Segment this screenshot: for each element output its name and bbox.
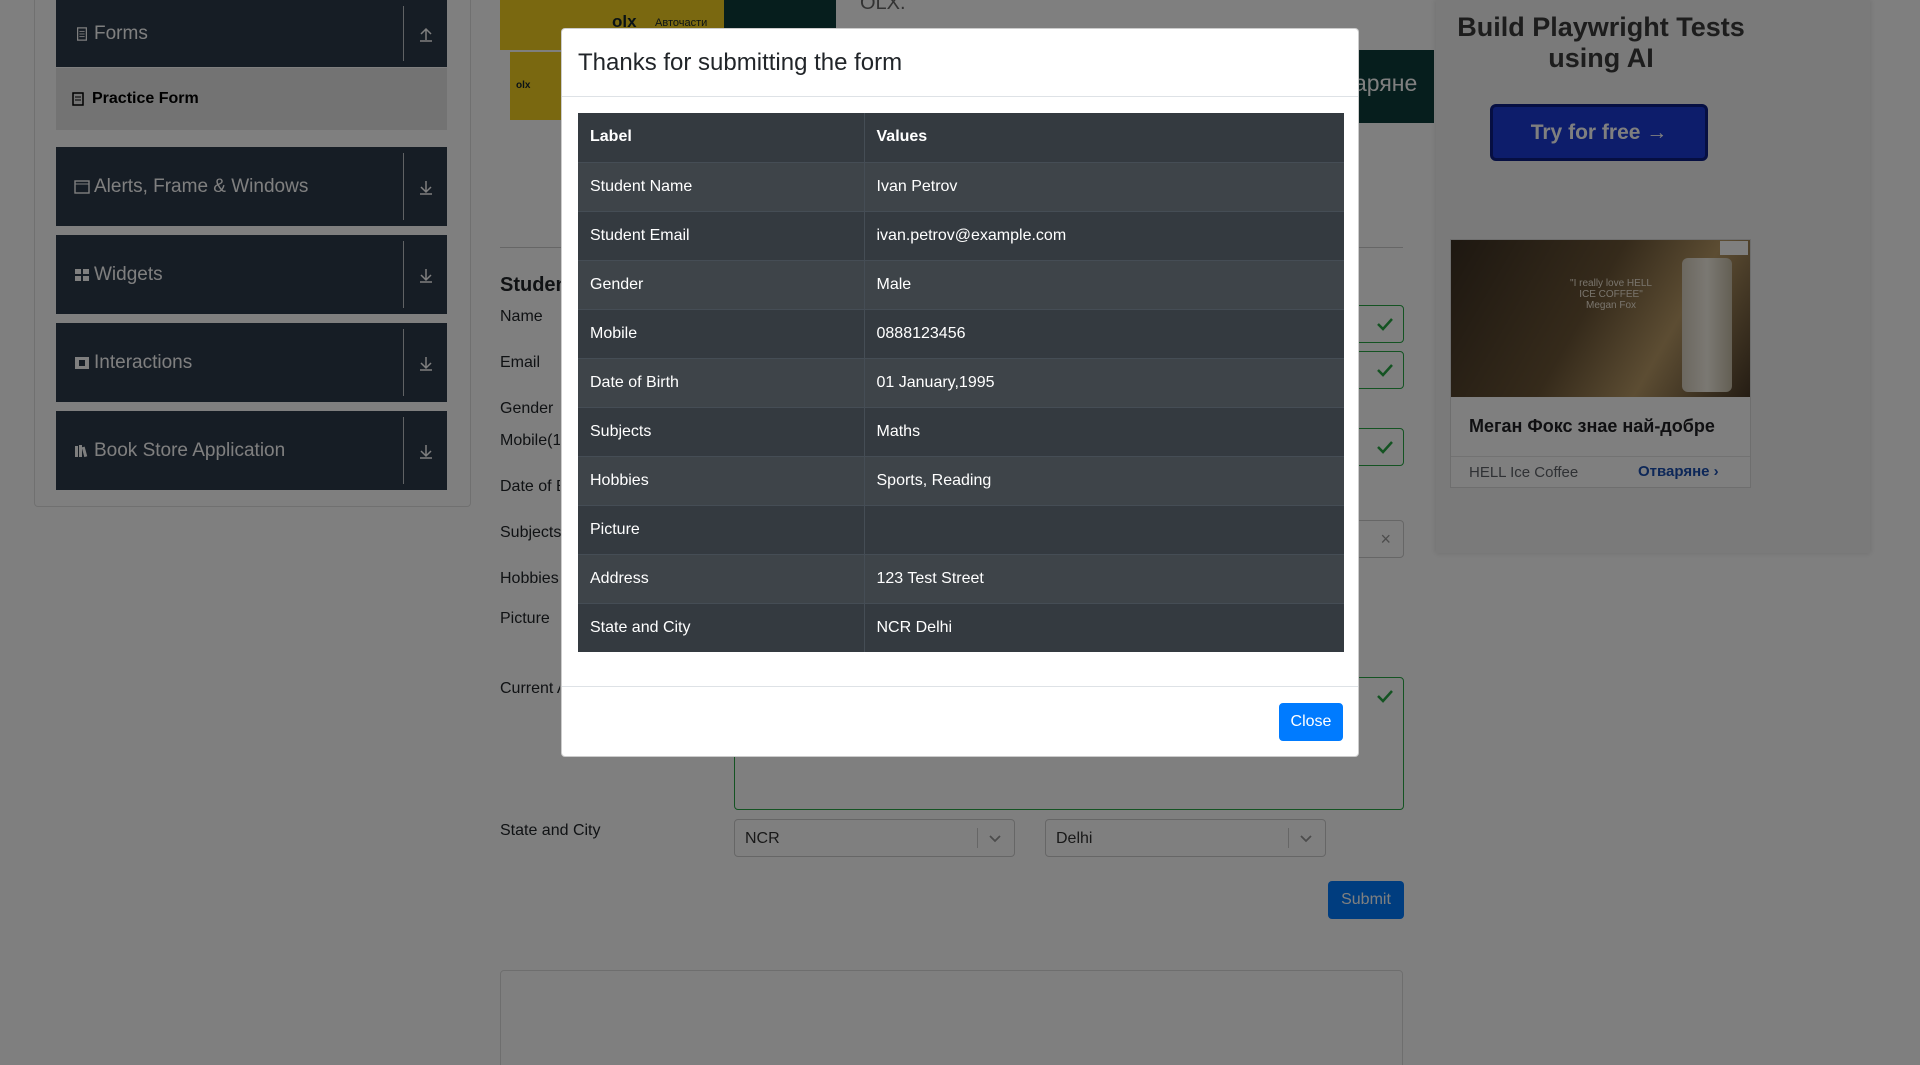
row-value: Male [864, 259, 1344, 309]
table-header-row: Label Values [578, 113, 1344, 162]
table-row: Picture [578, 504, 1344, 554]
row-value: 01 January,1995 [864, 357, 1344, 407]
table-row: Date of Birth 01 January,1995 [578, 357, 1344, 407]
modal-header: Thanks for submitting the form [562, 29, 1358, 97]
row-label: Student Email [578, 210, 865, 260]
table-row: Gender Male [578, 259, 1344, 309]
row-label: Date of Birth [578, 357, 865, 407]
results-table: Label Values Student Name Ivan Petrov Stu… [578, 113, 1344, 652]
row-label: Student Name [578, 161, 865, 211]
row-value: ivan.petrov@example.com [864, 210, 1344, 260]
header-label: Label [578, 113, 865, 162]
row-label: Picture [578, 504, 865, 554]
close-button[interactable]: Close [1279, 703, 1343, 741]
row-value: 0888123456 [864, 308, 1344, 358]
table-row: Subjects Maths [578, 406, 1344, 456]
modal-title: Thanks for submitting the form [578, 49, 903, 76]
row-label: Subjects [578, 406, 865, 456]
row-label: Address [578, 553, 865, 603]
table-row: Mobile 0888123456 [578, 308, 1344, 358]
row-label: State and City [578, 602, 865, 652]
table-row: Student Name Ivan Petrov [578, 161, 1344, 211]
row-label: Hobbies [578, 455, 865, 505]
header-values: Values [876, 128, 928, 146]
table-row: Address 123 Test Street [578, 553, 1344, 603]
row-label: Mobile [578, 308, 865, 358]
row-label: Gender [578, 259, 865, 309]
row-value: NCR Delhi [864, 602, 1344, 652]
table-row: Hobbies Sports, Reading [578, 455, 1344, 505]
row-value: Sports, Reading [864, 455, 1344, 505]
row-value [864, 504, 1344, 554]
table-row: Student Email ivan.petrov@example.com [578, 210, 1344, 260]
row-value: Ivan Petrov [864, 161, 1344, 211]
modal-footer-divider [562, 686, 1358, 687]
row-value: Maths [864, 406, 1344, 456]
table-row: State and City NCR Delhi [578, 602, 1344, 652]
row-value: 123 Test Street [864, 553, 1344, 603]
submission-modal: Thanks for submitting the form Label Val… [561, 28, 1359, 757]
